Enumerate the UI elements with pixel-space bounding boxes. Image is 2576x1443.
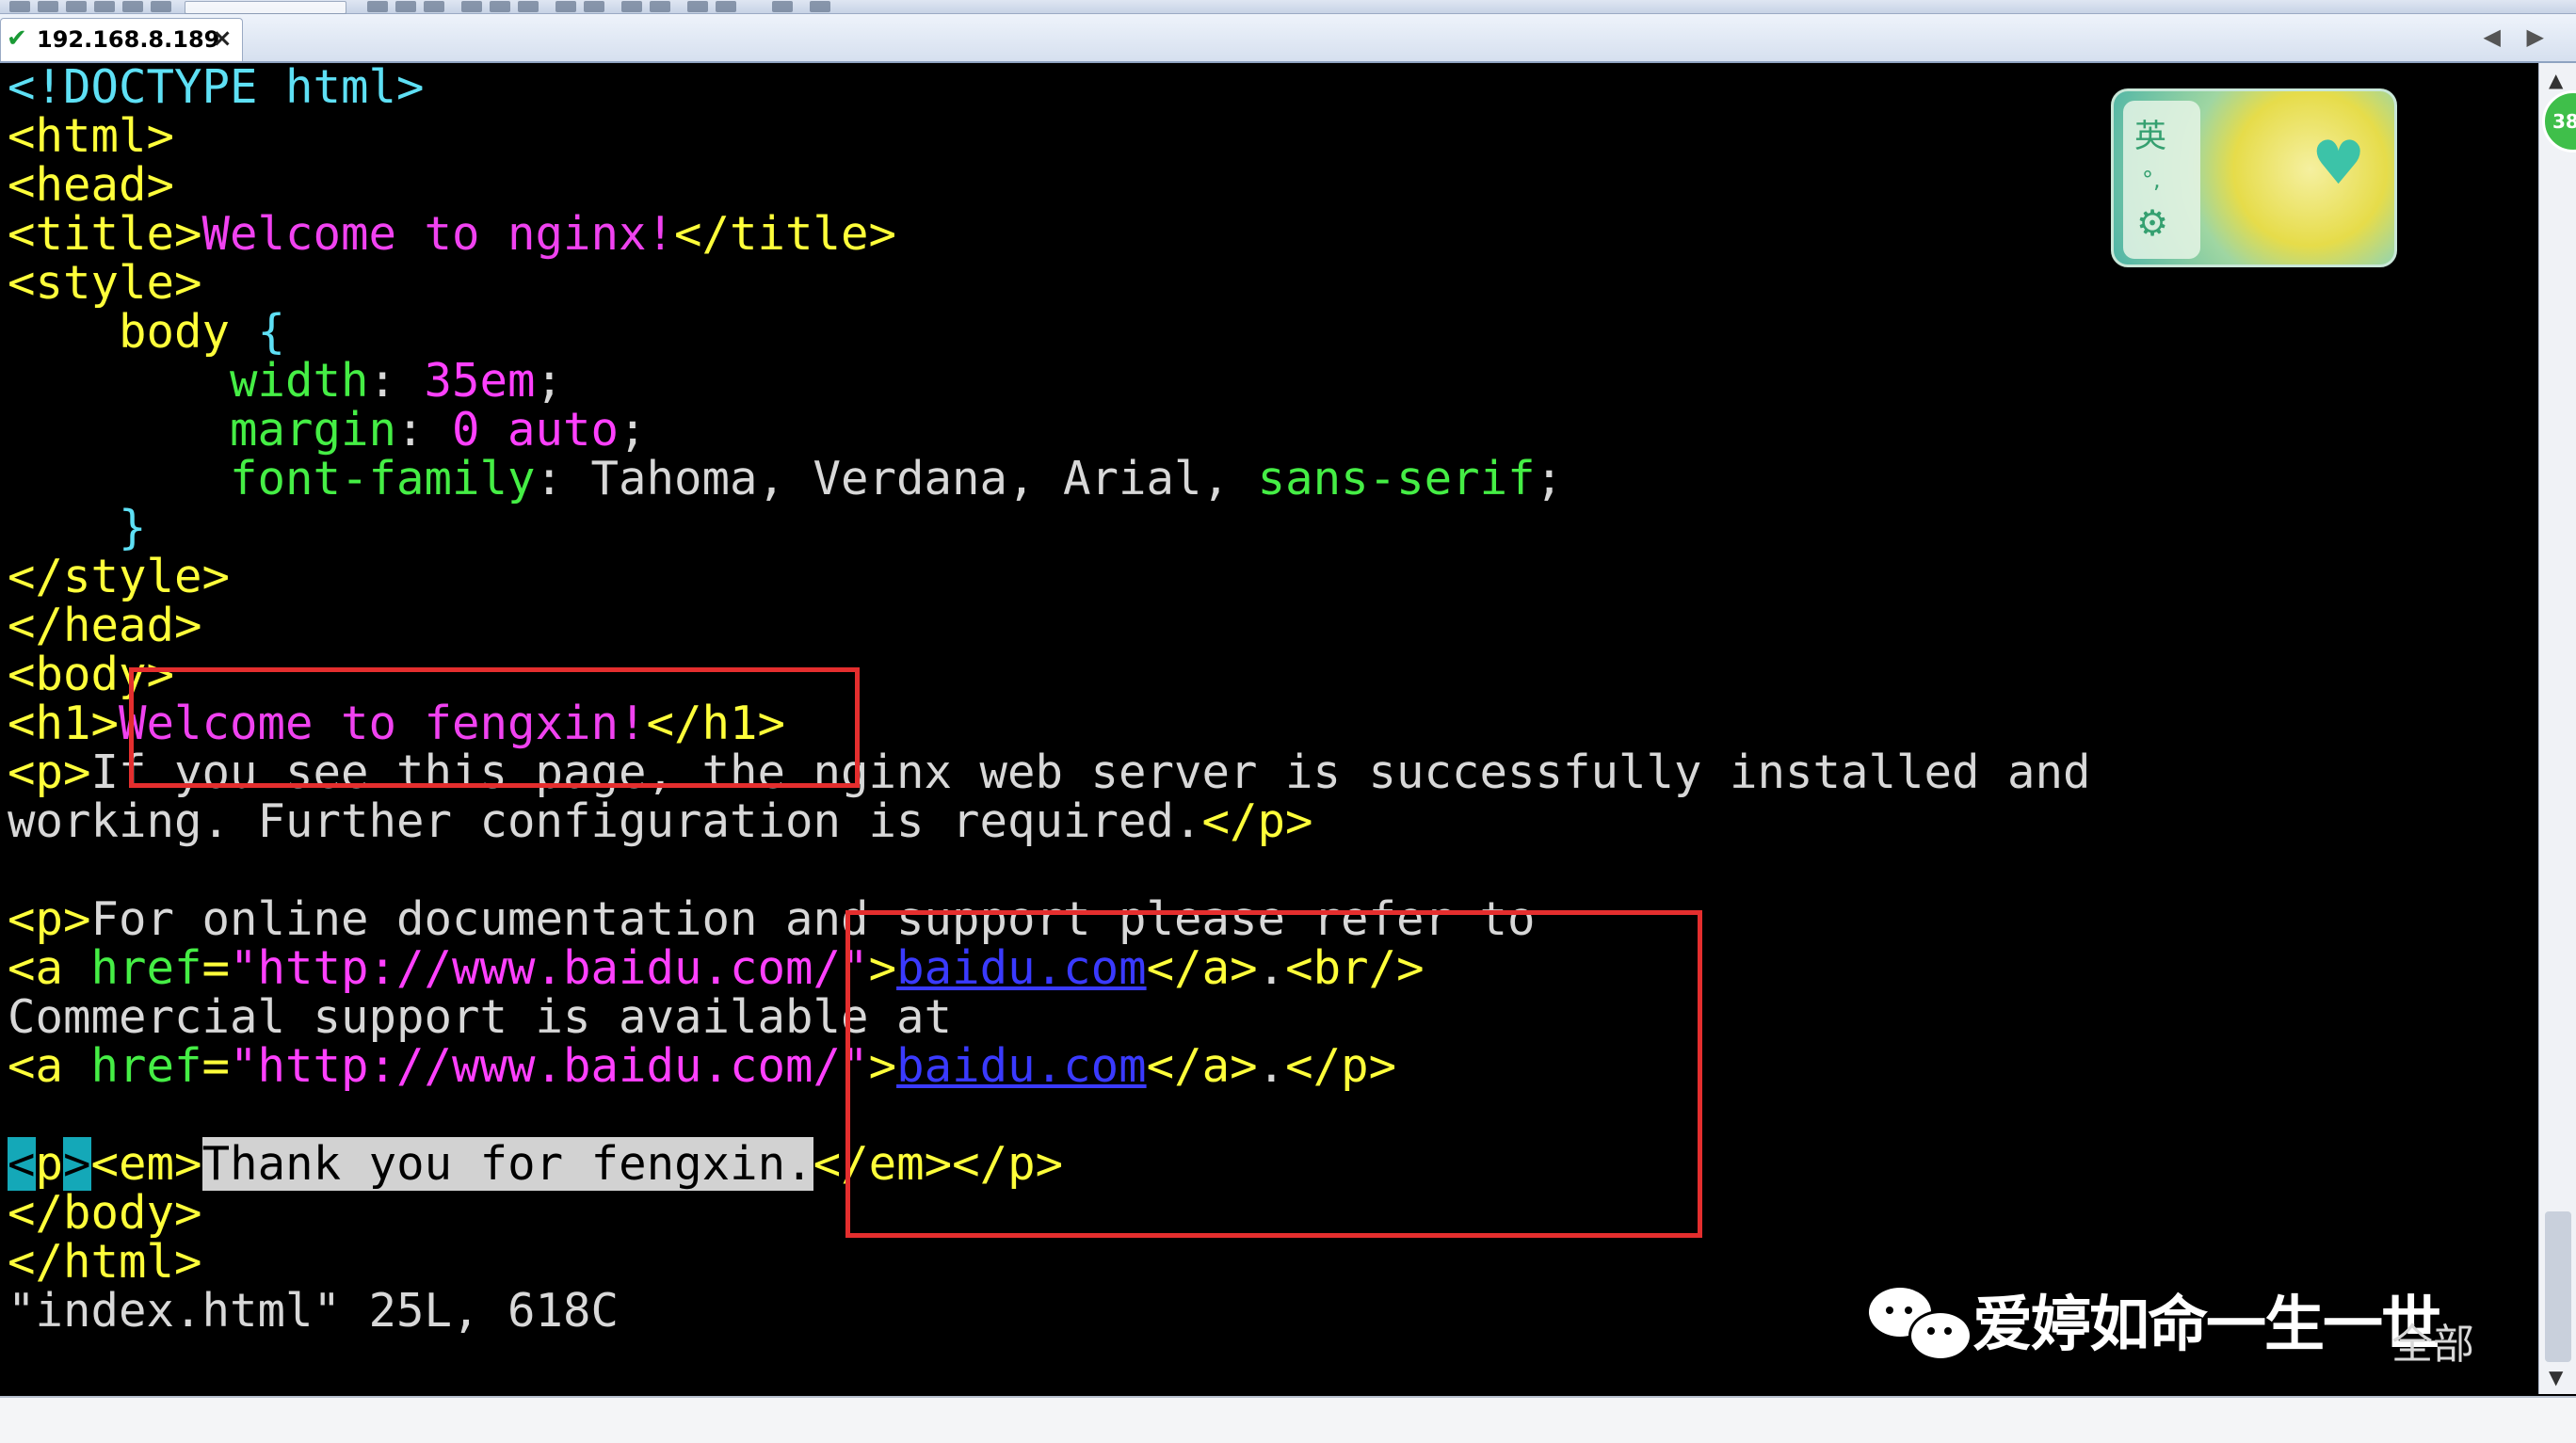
close-tab-icon[interactable]: ×	[212, 24, 233, 53]
bottom-status-bar	[0, 1396, 2576, 1443]
wechat-watermark: 爱婷如命一生一世	[1869, 1282, 2441, 1361]
toolbar-icon[interactable]	[518, 1, 539, 12]
code-line-25: </html>	[8, 1235, 202, 1289]
help-icon[interactable]	[772, 1, 793, 12]
toolbar	[0, 0, 2576, 14]
session-tab-bar: ✔ 192.168.8.189 × ◀ ▶	[0, 14, 2576, 63]
code-line-8: margin: 0 auto;	[230, 403, 647, 457]
toolbar-icon[interactable]	[555, 1, 576, 12]
toolbar-icon[interactable]	[584, 1, 604, 12]
scroll-up-icon[interactable]: ▲	[2549, 69, 2563, 91]
code-line-5: <style>	[8, 256, 202, 310]
scroll-thumb[interactable]	[2545, 1211, 2571, 1362]
code-line-24: </body>	[8, 1186, 202, 1240]
code-line-9: font-family: Tahoma, Verdana, Arial, san…	[230, 452, 1564, 505]
tab-scroll-arrows[interactable]: ◀ ▶	[2483, 24, 2553, 50]
ime-toolbar[interactable]: 英 °, ⚙ ♥	[2111, 88, 2397, 267]
toolbar-icon[interactable]	[424, 1, 444, 12]
session-tab-label: 192.168.8.189	[37, 26, 220, 53]
code-line-7: width: 35em;	[230, 354, 564, 408]
highlight-box-links	[845, 910, 1702, 1238]
cursor: <	[8, 1137, 36, 1191]
code-line-16: working. Further configuration is requir…	[8, 794, 1313, 848]
code-line-3: <head>	[8, 158, 175, 212]
vertical-scrollbar[interactable]: ▲ ▼	[2538, 63, 2576, 1394]
toolbar-icon[interactable]	[395, 1, 416, 12]
toolbar-icon[interactable]	[367, 1, 388, 12]
toolbar-icon[interactable]	[461, 1, 482, 12]
ime-skin-heart-icon: ♥	[2311, 129, 2366, 199]
code-line-20: Commercial support is available at	[8, 990, 953, 1044]
toolbar-icon[interactable]	[810, 1, 830, 12]
toolbar-icon[interactable]	[122, 1, 143, 12]
toolbar-icon[interactable]	[650, 1, 670, 12]
toolbar-icon[interactable]	[621, 1, 642, 12]
code-line-4: <title>Welcome to nginx!</title>	[8, 207, 897, 261]
code-line-10: }	[119, 501, 147, 554]
watermark-text: 爱婷如命一生一世	[1972, 1291, 2441, 1360]
toolbar-icon[interactable]	[9, 1, 30, 12]
code-line-11: </style>	[8, 550, 231, 603]
toolbar-input[interactable]	[185, 1, 346, 14]
toolbar-icon[interactable]	[38, 1, 58, 12]
toolbar-icon[interactable]	[94, 1, 115, 12]
selected-text: Thank you for fengxin.	[201, 1137, 813, 1191]
scroll-down-icon[interactable]: ▼	[2549, 1366, 2563, 1388]
ime-punctuation-toggle[interactable]: °,	[2142, 167, 2161, 193]
toolbar-icon[interactable]	[687, 1, 708, 12]
code-line-12: </head>	[8, 599, 202, 652]
connected-check-icon: ✔	[7, 24, 27, 53]
ime-language-toggle[interactable]: 英	[2134, 110, 2166, 156]
vim-scroll-position: 全部	[2391, 1321, 2474, 1369]
toolbar-icon[interactable]	[716, 1, 736, 12]
code-line-6: body {	[119, 305, 286, 359]
code-line-2: <html>	[8, 109, 175, 163]
toolbar-icon[interactable]	[66, 1, 87, 12]
vim-status-line: "index.html" 25L, 618C	[8, 1284, 620, 1338]
code-line-1: <!DOCTYPE html>	[8, 63, 425, 114]
toolbar-icon[interactable]	[151, 1, 171, 12]
toolbar-icon[interactable]	[490, 1, 510, 12]
ime-settings-icon[interactable]: ⚙	[2136, 202, 2168, 244]
session-tab[interactable]: ✔ 192.168.8.189 ×	[0, 18, 243, 61]
wechat-icon	[1869, 1282, 1972, 1361]
highlight-box-title	[129, 667, 860, 788]
